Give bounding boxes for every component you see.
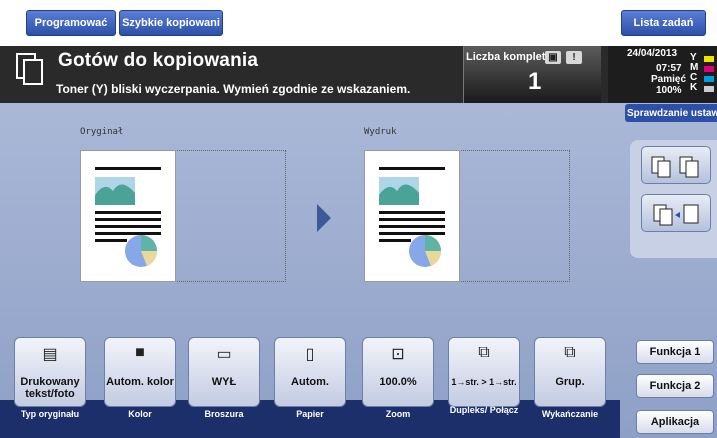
original-page bbox=[80, 150, 176, 282]
toner-k-label: K bbox=[690, 82, 698, 93]
booklet-caption: Broszura bbox=[204, 409, 244, 419]
function-1-button[interactable]: Funkcja 1 bbox=[636, 340, 714, 364]
original-label: Oryginał bbox=[80, 127, 124, 137]
output-page bbox=[364, 150, 460, 282]
copies-value: 1 bbox=[528, 68, 542, 95]
toner-k-bar bbox=[704, 86, 714, 92]
shortcut-combine-button[interactable] bbox=[641, 146, 711, 184]
output-label: Wydruk bbox=[364, 127, 397, 137]
duplex-caption: Dupleks/ Połącz bbox=[449, 405, 519, 415]
application-button[interactable]: Aplikacja bbox=[636, 410, 714, 434]
tab-quick-copy[interactable]: Szybkie kopiowani bbox=[119, 10, 223, 36]
toner-y-bar bbox=[704, 56, 714, 62]
color-caption: Kolor bbox=[128, 409, 152, 419]
status-time: 07:57 bbox=[656, 63, 682, 74]
arrow-icon bbox=[317, 204, 331, 232]
original-type-value: Drukowany tekst/foto bbox=[20, 376, 80, 400]
toner-warning: Toner (Y) bliski wyczerpania. Wymień zgo… bbox=[56, 82, 411, 96]
paper-button[interactable]: ▯ Autom. bbox=[274, 337, 346, 407]
duplex-value: 1→str. > 1→str. bbox=[451, 377, 517, 387]
toner-m-bar bbox=[704, 66, 714, 72]
document-preview-icon bbox=[379, 167, 445, 267]
color-button[interactable]: ■ Autom. kolor bbox=[104, 337, 176, 407]
job-list-button[interactable]: Lista zadań bbox=[621, 10, 706, 36]
copy-document-icon bbox=[16, 53, 43, 85]
original-type-caption: Typ oryginału bbox=[20, 409, 80, 419]
printer-icon: ▣ bbox=[545, 51, 561, 64]
copies-label: Liczba komplet bbox=[466, 51, 546, 63]
combine-pages-icon bbox=[651, 156, 699, 178]
finishing-value: Grup. bbox=[555, 376, 585, 388]
zoom-caption: Zoom bbox=[385, 409, 411, 419]
original-type-button[interactable]: ▤ Drukowany tekst/foto bbox=[14, 337, 86, 407]
function-2-button[interactable]: Funkcja 2 bbox=[636, 374, 714, 398]
paper-value: Autom. bbox=[291, 376, 329, 388]
finishing-button[interactable]: ⧉ Grup. bbox=[534, 337, 606, 407]
toner-c-bar bbox=[704, 76, 714, 82]
memory-label: Pamięć bbox=[651, 74, 687, 85]
zoom-icon: ⊡ bbox=[391, 346, 405, 363]
page-title: Gotów do kopiowania bbox=[58, 50, 259, 71]
check-settings-button[interactable]: Sprawdzanie ustaw bbox=[625, 104, 717, 122]
shortcut-duplex-button[interactable] bbox=[641, 194, 711, 232]
paper-icon: ▯ bbox=[305, 346, 315, 363]
color-value: Autom. kolor bbox=[106, 376, 174, 388]
text-photo-icon: ▤ bbox=[42, 346, 58, 363]
zoom-button[interactable]: ⊡ 100.0% bbox=[362, 337, 434, 407]
paper-caption: Papier bbox=[296, 409, 324, 419]
finishing-caption: Wykańczanie bbox=[541, 409, 599, 419]
duplex-pages-icon bbox=[653, 204, 699, 226]
memory-value: 100% bbox=[656, 85, 682, 96]
auto-color-icon: ■ bbox=[135, 344, 145, 361]
booklet-icon: ▭ bbox=[216, 346, 232, 363]
status-date: 24/04/2013 bbox=[627, 48, 678, 59]
document-preview-icon bbox=[95, 167, 161, 267]
booklet-value: WYŁ bbox=[211, 376, 237, 388]
duplex-button[interactable]: ⧉ 1→str. > 1→str. bbox=[448, 337, 520, 407]
group-icon: ⧉ bbox=[564, 344, 576, 361]
booklet-button[interactable]: ▭ WYŁ bbox=[188, 337, 260, 407]
alert-icon: ! bbox=[566, 51, 582, 64]
tab-program[interactable]: Programować bbox=[26, 10, 116, 36]
zoom-value: 100.0% bbox=[379, 376, 417, 388]
duplex-icon: ⧉ bbox=[478, 344, 490, 361]
